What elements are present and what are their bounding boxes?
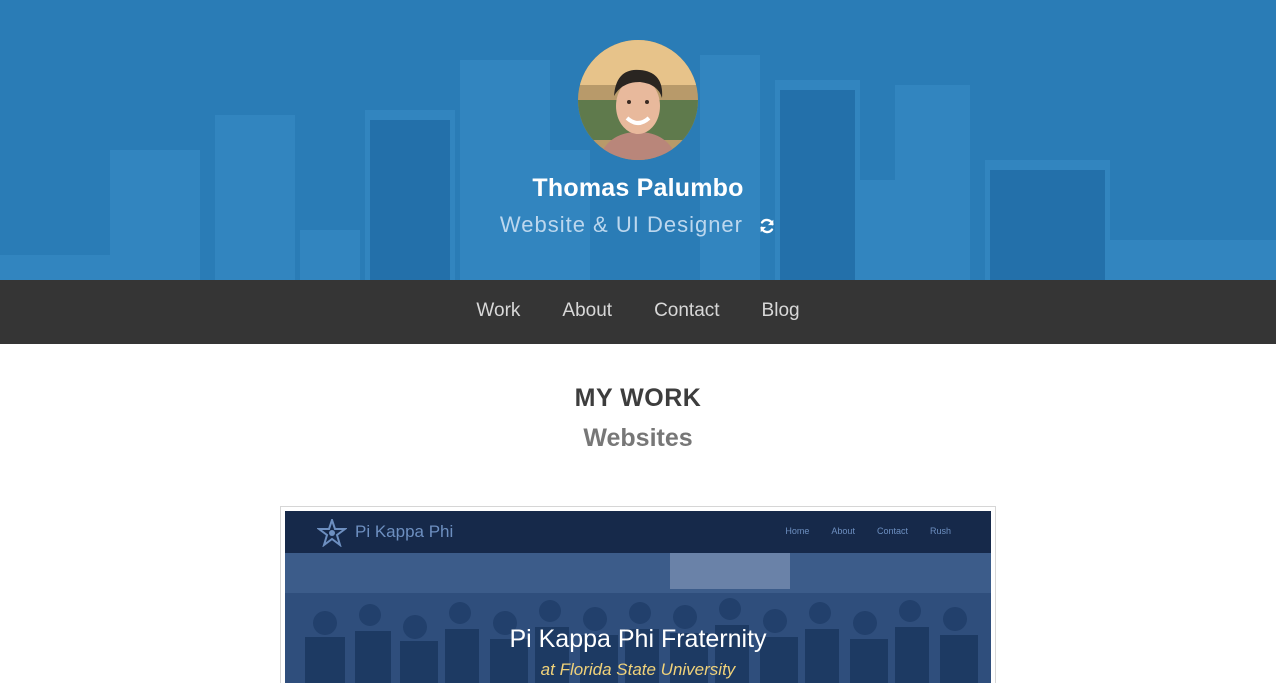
nav-list: Work About Contact Blog <box>455 300 820 322</box>
preview-nav-home: Home <box>785 526 810 536</box>
section-subtitle: Websites <box>583 424 693 452</box>
profile-role-text: Website & UI Designer <box>499 212 743 237</box>
project-screenshot[interactable]: Pi Kappa Phi Home About Contact Rush Pi … <box>285 511 991 683</box>
preview-brand: Pi Kappa Phi <box>355 522 454 541</box>
preview-nav-rush: Rush <box>929 526 951 536</box>
section-title: MY WORK <box>574 384 702 412</box>
preview-nav-about: About <box>831 526 855 536</box>
preview-title: Pi Kappa Phi Fraternity <box>509 625 767 653</box>
profile-name: Thomas Palumbo <box>532 174 744 202</box>
hero-banner: Thomas Palumbo Website & UI Designer <box>0 0 1276 280</box>
preview-subtitle: at Florida State University <box>540 660 736 679</box>
preview-header: Pi Kappa Phi Home About Contact Rush <box>285 511 991 553</box>
main-nav: Work About Contact Blog <box>0 280 1276 344</box>
star-logo-icon <box>317 519 347 547</box>
refresh-icon[interactable] <box>758 217 776 235</box>
profile-role: Website & UI Designer <box>0 212 1276 238</box>
preview-nav: Home About Contact Rush <box>785 526 951 536</box>
project-card[interactable]: Pi Kappa Phi Home About Contact Rush Pi … <box>280 506 996 683</box>
profile-avatar <box>578 40 698 160</box>
nav-item-blog[interactable]: Blog <box>741 300 821 322</box>
nav-item-about[interactable]: About <box>541 300 633 322</box>
nav-item-contact[interactable]: Contact <box>633 300 740 322</box>
nav-item-work[interactable]: Work <box>455 300 541 322</box>
preview-nav-contact: Contact <box>876 526 908 536</box>
